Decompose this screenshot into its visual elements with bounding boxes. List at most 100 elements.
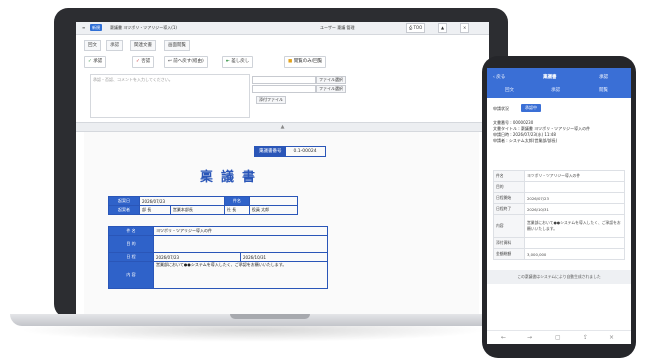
table-cell: ヨツボリ・ツアリジー導入の件	[153, 226, 328, 236]
new-chip[interactable]: 新規	[90, 24, 102, 31]
collapse-handle[interactable]: ▲	[76, 122, 489, 132]
view-only-button[interactable]: ■ 閲覧のみ/回覧	[284, 56, 327, 68]
phone-tab-2[interactable]: 閲覧	[599, 87, 608, 93]
return-start-button[interactable]: ⇤ 差し戻し	[222, 56, 254, 68]
file-input-1[interactable]	[252, 76, 316, 84]
printer-icon: ⎙	[409, 25, 413, 30]
close-icon: ×	[463, 25, 467, 30]
table-row: 日程終了 2026/10/31	[493, 203, 625, 215]
table-cell: 件名	[493, 170, 525, 182]
tab-1[interactable]: 承認	[106, 40, 123, 51]
table-cell: 2026/07/23	[153, 252, 241, 262]
document-number-label: 稟議書番号	[255, 147, 286, 156]
table-row: 件名 ヨツボリ・ツアリジー導入の件	[493, 170, 625, 182]
table-cell: 営業本部長	[169, 205, 225, 215]
table-cell: 目 的	[108, 235, 154, 253]
close-button[interactable]: ×	[460, 23, 470, 33]
file-select-button-2[interactable]: ファイル選択	[316, 85, 346, 93]
table-row: 内容 営業部において●●システムを導入したく、ご承認をお願いいたします。	[493, 214, 625, 238]
table-cell: ヨツボリ・ツアリジー導入の件	[524, 170, 625, 182]
table-row: 起案者 部 長 営業本部長 社 長 役員 太郎	[108, 205, 299, 215]
table-cell: 起案日	[108, 196, 140, 206]
app-title-bar: ≡ 新規 稟議書 ヨツボリ・ツアリジー導入(1) ユーザー 稟議 管理 ⎙ TO…	[76, 22, 489, 35]
phone-detail-table: 件名 ヨツボリ・ツアリジー導入の件 目的 日程開始 2026/07/23 日程終了 2…	[493, 170, 625, 260]
status-badge: 承認中	[521, 104, 541, 112]
tabs-icon[interactable]: ▢	[555, 334, 561, 341]
back-arrow-icon[interactable]: ←	[501, 334, 506, 341]
table-row: 起案日 2026/07/23 件名	[108, 196, 299, 206]
folder-icon: ■	[288, 59, 293, 64]
forward-arrow-icon[interactable]: →	[527, 334, 532, 341]
action-toolbar: ✓ 承認 ✓ 否認 ↩ 前へ戻す(経由) ⇤ 差し戻し ■ 閲覧のみ/回覧	[84, 56, 479, 68]
table-cell: 日 程	[108, 252, 154, 262]
document-title: 稟議書 ヨツボリ・ツアリジー導入(1)	[110, 25, 177, 30]
table-cell: 2026/10/31	[240, 252, 328, 262]
tab-0[interactable]: 回文	[84, 40, 101, 51]
table-cell	[153, 235, 328, 253]
table-row: 目 的	[108, 235, 328, 253]
document-number-value: 0.1-00024	[293, 149, 317, 154]
phone-screen: ‹ 戻る 稟議書 承認 回文 承認 閲覧 申請状況 承認中 文書番号 : 000…	[487, 68, 631, 344]
approve-button[interactable]: ✓ 承認	[84, 56, 107, 68]
file-select-button-1[interactable]: ファイル選択	[316, 76, 346, 84]
body-table: 件 名 ヨツボリ・ツアリジー導入の件 目 的 日 程 2026/07/23 20…	[108, 226, 328, 289]
table-cell	[524, 237, 625, 249]
table-cell: 日程開始	[493, 192, 525, 204]
home-link[interactable]: ≡	[80, 24, 87, 31]
user-name: ユーザー 稟議 管理	[320, 25, 355, 30]
phone-bottom-bar: この稟議書はシステムにより自動生成されました	[487, 270, 631, 284]
chevron-up-icon: ▲	[280, 124, 285, 130]
table-cell: 内容	[493, 214, 525, 238]
table-cell: 社 長	[223, 205, 250, 215]
table-cell: 2026/07/23	[524, 192, 625, 204]
table-cell: 起案者	[108, 205, 140, 215]
table-cell: 金額総額	[493, 248, 525, 260]
table-cell: 日程終了	[493, 203, 525, 215]
laptop-screen: ≡ 新規 稟議書 ヨツボリ・ツアリジー導入(1) ユーザー 稟議 管理 ⎙ TO…	[76, 22, 489, 314]
return-prev-button[interactable]: ↩ 前へ戻す(経由)	[164, 56, 208, 68]
file-input-2[interactable]	[252, 85, 316, 93]
header-table: 起案日 2026/07/23 件名 起案者 部 長 営業本部長 社 長 役員 太…	[108, 196, 299, 215]
arrow-icon: ↩	[168, 59, 172, 64]
close-icon[interactable]: ×	[609, 334, 614, 341]
print-button[interactable]: ⎙ TOO	[406, 23, 426, 33]
table-cell: 目的	[493, 181, 525, 193]
document-title-heading: 稟議書	[200, 170, 264, 185]
table-cell: 件 名	[108, 226, 154, 236]
table-cell: 役員 太郎	[248, 205, 299, 215]
back-button[interactable]: ‹ 戻る	[493, 74, 505, 80]
return-icon: ⇤	[226, 59, 230, 64]
table-cell: 内 容	[108, 261, 154, 289]
info-line: 申請者 : システム太郎(営業部/部長)	[493, 138, 558, 143]
minimize-button[interactable]: ▲	[438, 23, 448, 33]
reject-button[interactable]: ✓ 否認	[132, 56, 155, 68]
comment-field[interactable]: 承認・否認、コメントを入力してください。	[90, 74, 250, 118]
table-row: 添付資料	[493, 237, 625, 249]
chevron-left-icon: ‹	[493, 75, 495, 80]
phone-action-button[interactable]: 承認	[599, 74, 608, 80]
tab-3[interactable]: 画面閲覧	[164, 40, 190, 51]
tab-2[interactable]: 関連文書	[130, 40, 156, 51]
table-row: 日程開始 2026/07/23	[493, 192, 625, 204]
table-cell: 部 長	[139, 205, 171, 215]
table-row: 目的	[493, 181, 625, 193]
table-cell: 営業部において●●システムを導入したく、ご承認をお願いいたします。	[524, 214, 625, 238]
table-cell: 件名	[223, 196, 250, 206]
phone-tab-0[interactable]: 回文	[505, 87, 514, 93]
table-cell: 3,000,000	[524, 248, 625, 260]
table-row: 内 容 営業部において●●システムを導入したく、ご承認をお願いいたします。	[108, 261, 328, 289]
phone-tab-1[interactable]: 承認	[551, 87, 560, 93]
share-icon[interactable]: ⇪	[583, 334, 588, 341]
table-row: 日 程 2026/07/23 2026/10/31	[108, 252, 328, 262]
x-icon: ✓	[136, 59, 140, 64]
phone-title: 稟議書	[543, 75, 557, 80]
table-row: 金額総額 3,000,000	[493, 248, 625, 260]
info-block: 文書番号 : 00000230 文書タイトル : 稟議書 ヨツボリ・ツアリジー導…	[493, 120, 590, 144]
laptop-notch	[230, 314, 310, 319]
phone-nav-bar: ← → ▢ ⇪ ×	[487, 330, 631, 344]
table-cell: 添付資料	[493, 237, 525, 249]
table-cell: 2026/10/31	[524, 203, 625, 215]
table-cell	[248, 196, 299, 206]
attach-button[interactable]: 添付ファイル	[256, 96, 286, 104]
table-cell	[524, 181, 625, 193]
